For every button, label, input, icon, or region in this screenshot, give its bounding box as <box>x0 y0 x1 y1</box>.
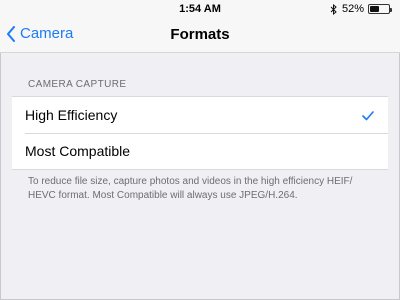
section-footer: To reduce file size, capture photos and … <box>28 176 353 201</box>
option-label: Most Compatible <box>25 143 131 159</box>
battery-fill <box>370 6 380 12</box>
battery-percent: 52% <box>341 3 364 15</box>
battery-icon <box>368 4 392 14</box>
option-label: High Efficiency <box>25 107 118 123</box>
page-title: Formats <box>170 26 230 43</box>
section-header: CAMERA CAPTURE <box>28 79 127 90</box>
option-most-compatible[interactable]: Most Compatible <box>12 133 388 169</box>
back-button[interactable]: Camera <box>6 25 73 42</box>
status-right: 52% <box>330 3 392 15</box>
checkmark-icon <box>362 108 374 124</box>
status-time: 1:54 AM <box>179 3 221 15</box>
chevron-left-icon <box>6 25 16 42</box>
format-options-group: High Efficiency Most Compatible <box>12 96 388 170</box>
navigation-bar: Camera Formats <box>0 18 400 53</box>
bluetooth-icon <box>330 3 338 15</box>
back-label: Camera <box>20 25 74 42</box>
option-high-efficiency[interactable]: High Efficiency <box>12 97 388 133</box>
status-bar: 1:54 AM 52% <box>0 0 400 18</box>
